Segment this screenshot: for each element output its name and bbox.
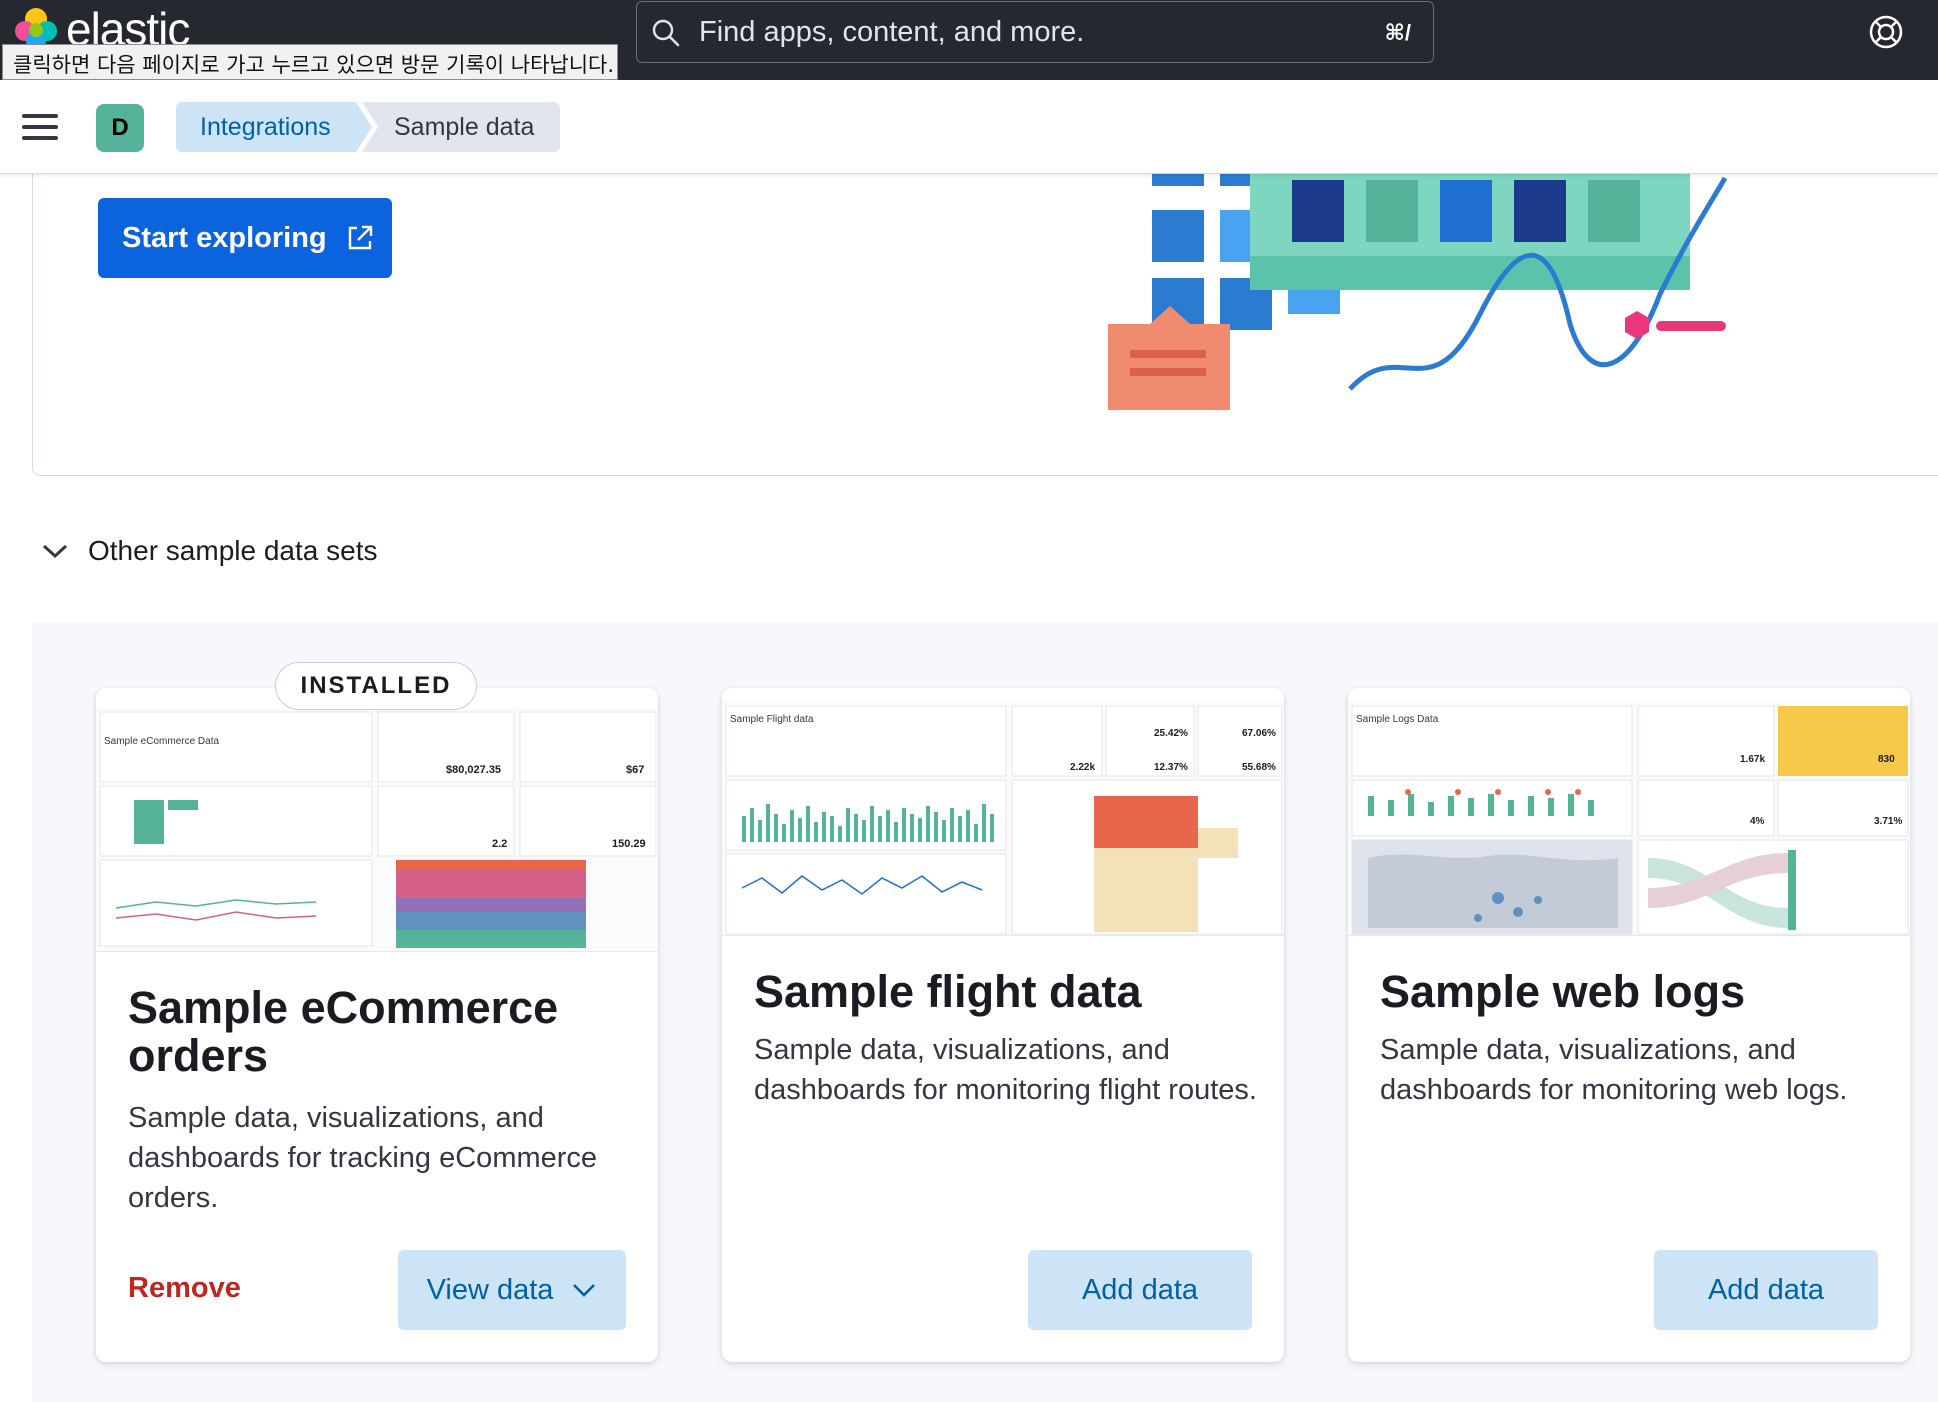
preview-panel-title: Sample Logs Data (1356, 714, 1439, 725)
weblogs-dashboard-preview: Sample Logs Data 1.67k 830 4% 3.71% (1348, 688, 1910, 936)
preview-stat: 2.2 (492, 838, 508, 850)
card-description: Sample data, visualizations, and dashboa… (128, 1102, 598, 1214)
add-data-button-web-logs[interactable]: Add data (1654, 1250, 1878, 1330)
menu-icon-line (22, 114, 58, 118)
preview-panel-title: Sample eCommerce Data (104, 736, 220, 747)
ecommerce-dashboard-preview: Sample eCommerce Data $80,027.35 $67 2.2… (96, 688, 658, 952)
flights-preview-image (722, 688, 1284, 935)
preview-stat: 2.22k (1070, 762, 1096, 773)
menu-icon-line (22, 136, 58, 140)
start-exploring-button[interactable]: Start exploring (98, 198, 392, 278)
start-exploring-label: Start exploring (122, 221, 327, 254)
add-data-label: Add data (1081, 1273, 1199, 1306)
space-avatar[interactable]: D (96, 104, 144, 152)
add-data-label: Add data (1707, 1273, 1825, 1306)
help-icon[interactable] (1868, 14, 1904, 50)
preview-stat: 150.29 (612, 838, 646, 850)
breadcrumb-integrations[interactable]: Integrations (176, 102, 372, 152)
preview-stat: 55.68% (1242, 762, 1276, 773)
other-sample-data-toggle[interactable]: Other sample data sets (40, 532, 377, 570)
installed-badge: INSTALLED (275, 662, 477, 710)
card-ecommerce: Sample eCommerce Data $80,027.35 $67 2.2… (96, 688, 658, 1362)
breadcrumb-bar: D Integrations Sample data (0, 80, 1938, 174)
view-data-label: View data (426, 1273, 554, 1306)
remove-button[interactable]: Remove (128, 1272, 241, 1305)
browser-tooltip: 클릭하면 다음 페이지로 가고 누르고 있으면 방문 기록이 나타납니다. (2, 44, 618, 80)
preview-stat: $67 (626, 764, 645, 776)
preview-stat: $80,027.35 (446, 764, 502, 776)
preview-panel-title: Sample Flight data (730, 714, 814, 725)
external-link-icon (348, 225, 372, 250)
preview-stat: 25.42% (1154, 728, 1188, 739)
weblogs-preview-image (1348, 688, 1910, 935)
search-icon (652, 19, 680, 47)
search-shortcut: ⌘/ (1384, 20, 1411, 45)
toggle-label: Other sample data sets (88, 535, 378, 566)
view-data-button[interactable]: View data (398, 1250, 626, 1330)
global-search[interactable]: ⌘/ (636, 1, 1434, 63)
hero-illustration (1108, 174, 1728, 410)
chevron-down-icon (42, 544, 68, 559)
preview-stat: 3.71% (1874, 816, 1903, 827)
preview-stat: 12.37% (1154, 762, 1188, 773)
flights-dashboard-preview: Sample Flight data 25.42% 67.06% 2.22k 1… (722, 688, 1284, 936)
add-data-button-flights[interactable]: Add data (1028, 1250, 1252, 1330)
menu-toggle-button[interactable] (22, 114, 58, 142)
preview-stat: 67.06% (1242, 728, 1276, 739)
card-title: Sample web logs (1380, 966, 1746, 1017)
card-title: Sample eCommerce orders (128, 982, 559, 1081)
menu-icon-line (22, 125, 58, 129)
card-title: Sample flight data (754, 966, 1142, 1017)
card-description: Sample data, visualizations, and dashboa… (1380, 1034, 1848, 1106)
chevron-down-icon (573, 1284, 596, 1297)
preview-stat: 4% (1750, 816, 1765, 827)
card-web-logs: Sample Logs Data 1.67k 830 4% 3.71% Samp… (1348, 688, 1910, 1362)
breadcrumb-sample-data: Sample data (362, 102, 560, 152)
preview-stat: 1.67k (1740, 754, 1766, 765)
search-input[interactable] (699, 12, 1339, 52)
card-flights: Sample Flight data 25.42% 67.06% 2.22k 1… (722, 688, 1284, 1362)
card-description: Sample data, visualizations, and dashboa… (754, 1034, 1257, 1106)
preview-stat: 830 (1878, 754, 1895, 765)
ecommerce-preview-image (96, 688, 658, 948)
